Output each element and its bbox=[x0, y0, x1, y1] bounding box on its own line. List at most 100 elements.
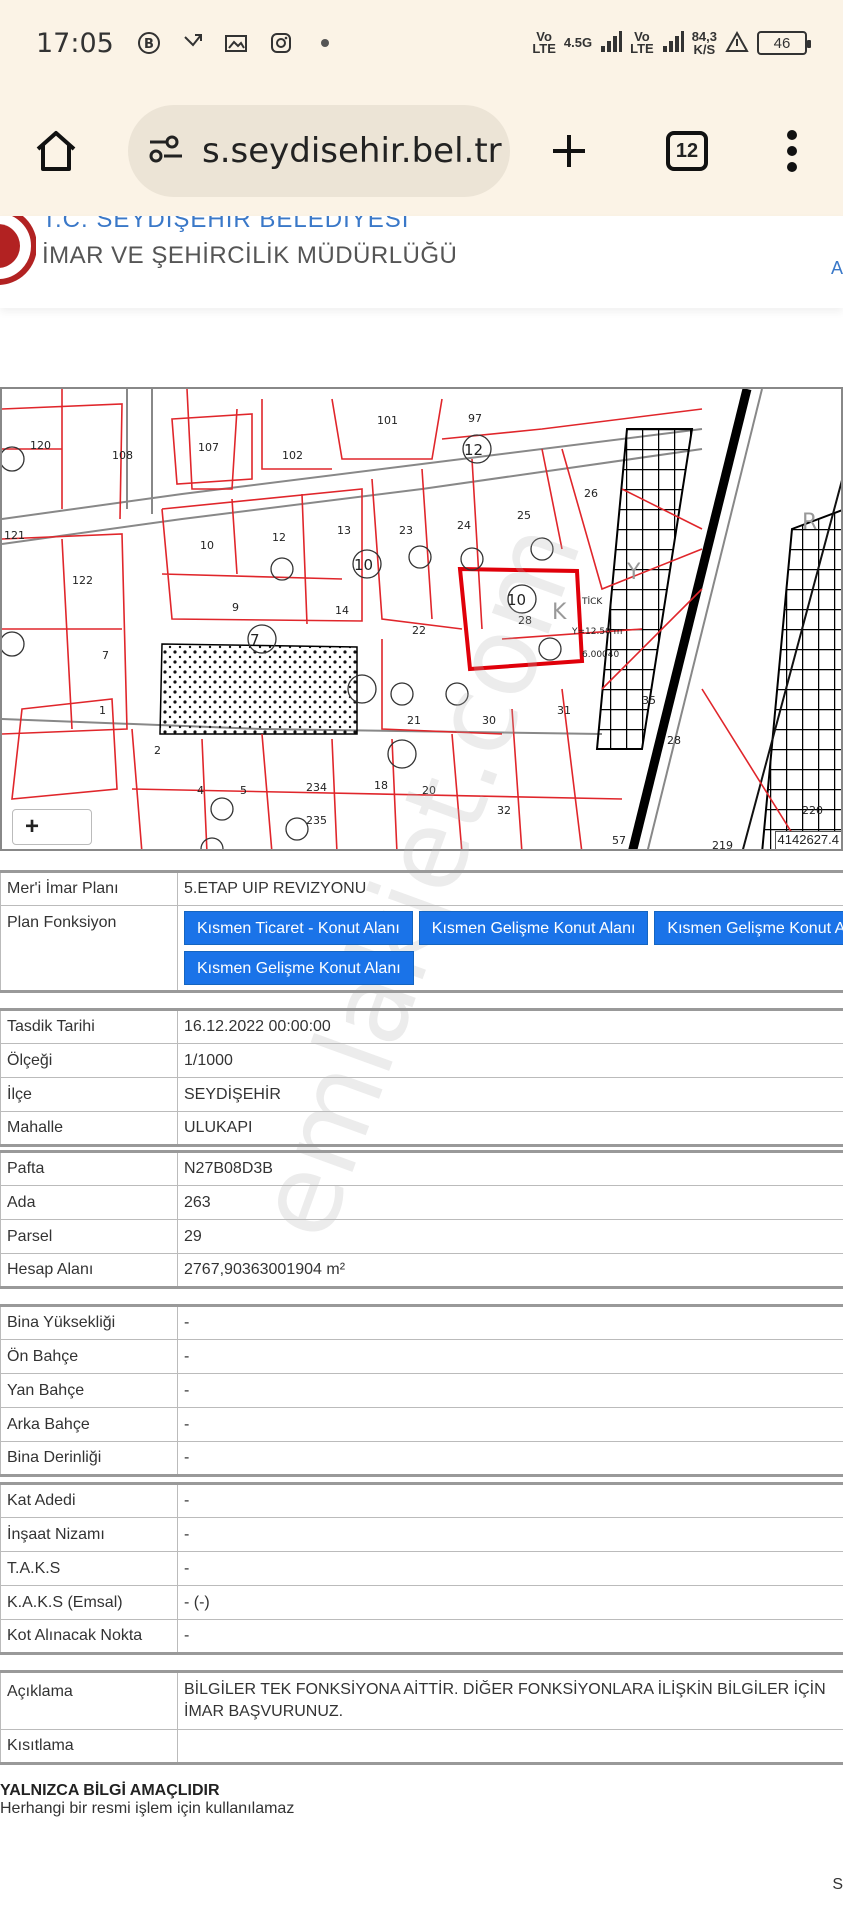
notification-icons: B bbox=[136, 30, 338, 56]
address-bar[interactable]: s.seydisehir.bel.tr bbox=[128, 105, 510, 197]
svg-text:23: 23 bbox=[399, 524, 413, 537]
svg-text:Y=12.50 m: Y=12.50 m bbox=[571, 627, 622, 637]
table-row: Ölçeği 1/1000 bbox=[0, 1043, 843, 1078]
row-value: ULUKAPI bbox=[177, 1111, 843, 1146]
battery-indicator: 46 bbox=[757, 31, 811, 55]
svg-text:14: 14 bbox=[335, 604, 349, 617]
map-zoom-in-button[interactable]: + bbox=[12, 809, 92, 845]
table-row: İlçe SEYDİŞEHİR bbox=[0, 1077, 843, 1112]
row-label: Parsel bbox=[0, 1219, 178, 1254]
row-value: - bbox=[177, 1305, 843, 1340]
network-speed: 84,3 K/S bbox=[691, 29, 717, 57]
info-group-plan: Mer'i İmar Planı 5.ETAP UIP REVIZYONU Pl… bbox=[0, 870, 843, 993]
table-row: Mahalle ULUKAPI bbox=[0, 1111, 843, 1146]
plan-function-button[interactable]: Kısmen Gelişme Konut Alanı bbox=[184, 951, 414, 985]
parcel-map[interactable]: 120 108 107 102 101 97 121 122 10 12 13 23 24 25 26… bbox=[0, 387, 843, 851]
gallery-icon bbox=[224, 30, 250, 56]
svg-text:97: 97 bbox=[468, 412, 482, 425]
row-label: Ölçeği bbox=[0, 1043, 178, 1078]
table-row: K.A.K.S (Emsal) - (-) bbox=[0, 1585, 843, 1620]
row-value: - (-) bbox=[177, 1585, 843, 1620]
svg-text:107: 107 bbox=[198, 441, 219, 454]
row-value: - bbox=[177, 1619, 843, 1654]
department-title: İMAR VE ŞEHİRCİLİK MÜDÜRLÜĞÜ bbox=[42, 242, 458, 269]
svg-text:219: 219 bbox=[712, 839, 733, 851]
row-label: Kat Adedi bbox=[0, 1483, 178, 1518]
svg-text:7: 7 bbox=[250, 631, 260, 649]
row-value: - bbox=[177, 1407, 843, 1442]
row-value: - bbox=[177, 1483, 843, 1518]
svg-text:122: 122 bbox=[72, 574, 93, 587]
row-label: Kot Alınacak Nokta bbox=[0, 1619, 178, 1654]
row-value: 2767,90363001904 m² bbox=[177, 1253, 843, 1288]
signal-icon-1 bbox=[600, 30, 623, 57]
menu-button[interactable] bbox=[762, 116, 822, 186]
svg-text:57: 57 bbox=[612, 834, 626, 847]
plus-icon bbox=[553, 135, 585, 167]
header-link[interactable]: A bbox=[831, 258, 843, 279]
plan-function-button[interactable]: Kısmen Gelişme Konut Alanı bbox=[654, 911, 843, 945]
svg-text:TİCK: TİCK bbox=[581, 596, 603, 607]
plan-function-button[interactable]: Kısmen Ticaret - Konut Alanı bbox=[184, 911, 413, 945]
svg-text:30: 30 bbox=[482, 714, 496, 727]
svg-text:4: 4 bbox=[197, 784, 204, 797]
row-label: Hesap Alanı bbox=[0, 1253, 178, 1288]
table-row: Kat Adedi - bbox=[0, 1483, 843, 1518]
info-group-approval: Tasdik Tarihi 16.12.2022 00:00:00 Ölçeği 1… bbox=[0, 1008, 843, 1147]
tab-switcher-button[interactable]: 12 bbox=[652, 116, 722, 186]
table-row: İnşaat Nizamı - bbox=[0, 1517, 843, 1552]
b-app-icon: B bbox=[136, 30, 162, 56]
row-value: 29 bbox=[177, 1219, 843, 1254]
svg-text:220: 220 bbox=[802, 804, 823, 817]
svg-text:2: 2 bbox=[154, 744, 161, 757]
info-group-parcel: Pafta N27B08D3B Ada 263 Parsel 29 Hesap Ala… bbox=[0, 1150, 843, 1289]
svg-text:9: 9 bbox=[232, 601, 239, 614]
row-value: - bbox=[177, 1441, 843, 1476]
table-row: Ada 263 bbox=[0, 1185, 843, 1220]
map-coordinate-readout: 4142627.4 bbox=[774, 831, 841, 849]
svg-text:24: 24 bbox=[457, 519, 471, 532]
row-value: 5.ETAP UIP REVIZYONU bbox=[177, 871, 843, 906]
home-button[interactable] bbox=[18, 113, 94, 189]
svg-text:26: 26 bbox=[584, 487, 598, 500]
row-value: 1/1000 bbox=[177, 1043, 843, 1078]
row-value: - bbox=[177, 1339, 843, 1374]
table-row: Pafta N27B08D3B bbox=[0, 1151, 843, 1186]
svg-text:102: 102 bbox=[282, 449, 303, 462]
more-vert-icon bbox=[787, 130, 797, 172]
row-label: Bina Yüksekliği bbox=[0, 1305, 178, 1340]
disclaimer: YALNIZCA BİLGİ AMAÇLIDIR Herhangi bir re… bbox=[0, 1782, 294, 1818]
svg-text:120: 120 bbox=[30, 439, 51, 452]
row-value: 263 bbox=[177, 1185, 843, 1220]
site-settings-icon[interactable] bbox=[148, 133, 184, 170]
svg-text:22: 22 bbox=[412, 624, 426, 637]
info-group-construction: Kat Adedi - İnşaat Nizamı - T.A.K.S - K.A.K… bbox=[0, 1482, 843, 1655]
svg-text:32: 32 bbox=[497, 804, 511, 817]
new-tab-button[interactable] bbox=[534, 116, 604, 186]
table-row-plan-function: Plan Fonksiyon Kısmen Ticaret - Konut Al… bbox=[0, 905, 843, 992]
site-header: T.C. SEYDİŞEHİR BELEDİYESİ İMAR VE ŞEHİR… bbox=[0, 216, 843, 308]
table-row: Parsel 29 bbox=[0, 1219, 843, 1254]
municipality-logo-icon bbox=[0, 216, 36, 285]
row-label: Plan Fonksiyon bbox=[0, 905, 178, 992]
browser-toolbar: s.seydisehir.bel.tr 12 bbox=[0, 86, 843, 216]
row-label: Yan Bahçe bbox=[0, 1373, 178, 1408]
row-value: N27B08D3B bbox=[177, 1151, 843, 1186]
svg-text:28: 28 bbox=[667, 734, 681, 747]
svg-text:13: 13 bbox=[337, 524, 351, 537]
status-right: Vo LTE 4.5G Vo LTE 84,3 K/S 46 bbox=[532, 29, 811, 57]
cadastral-map[interactable]: 120108107102 101 97121122 101213 23 242526… bbox=[2, 389, 843, 851]
table-row: Hesap Alanı 2767,90363001904 m² bbox=[0, 1253, 843, 1288]
volte-1: Vo LTE bbox=[532, 29, 556, 56]
tab-count[interactable]: 12 bbox=[666, 131, 708, 171]
row-value: - bbox=[177, 1373, 843, 1408]
svg-text:12: 12 bbox=[272, 531, 286, 544]
svg-text:10: 10 bbox=[507, 591, 526, 609]
row-label: Mahalle bbox=[0, 1111, 178, 1146]
table-row: Kot Alınacak Nokta - bbox=[0, 1619, 843, 1654]
row-label: İnşaat Nizamı bbox=[0, 1517, 178, 1552]
corner-text: S bbox=[832, 1876, 843, 1893]
plan-function-button[interactable]: Kısmen Gelişme Konut Alanı bbox=[418, 911, 649, 945]
row-label: Mer'i İmar Planı bbox=[0, 871, 178, 906]
url-text[interactable]: s.seydisehir.bel.tr bbox=[202, 131, 502, 171]
